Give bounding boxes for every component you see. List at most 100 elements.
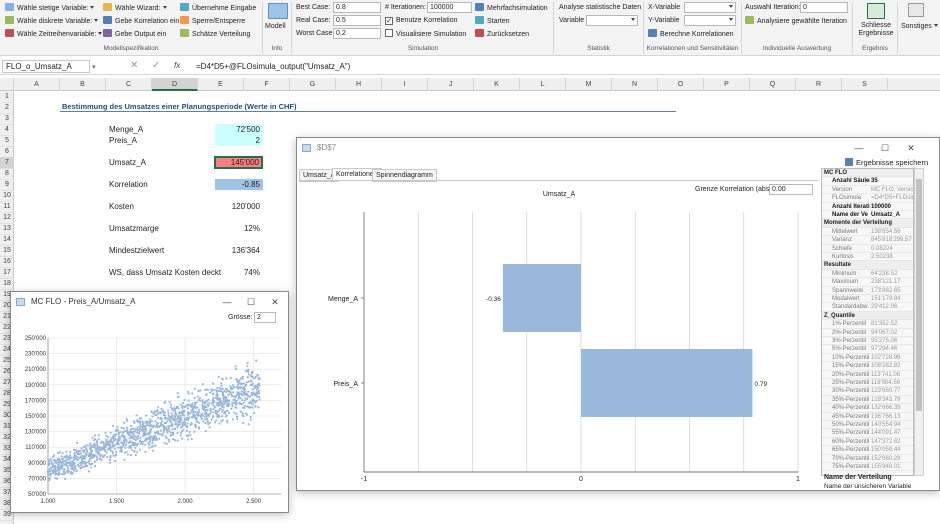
panel-row[interactable]: 40%-Perzentil 132'666.39 bbox=[822, 404, 913, 413]
cell-korrelation-label[interactable]: Korrelation bbox=[109, 179, 148, 190]
panel-section-header[interactable]: Resultate bbox=[822, 261, 913, 270]
analyse-iteration-button[interactable]: Analysiere gewählte Iteration bbox=[745, 16, 847, 27]
model-button[interactable]: Modell bbox=[265, 22, 286, 32]
model-icon[interactable] bbox=[268, 3, 288, 19]
panel-section-header[interactable]: Momente der Verteilung bbox=[822, 219, 913, 228]
panel-row[interactable]: Mittelwert 138'654.56 bbox=[822, 228, 913, 237]
column-header-a[interactable]: A bbox=[14, 78, 60, 91]
panel-row[interactable]: Anzahl Iterati 100000 bbox=[822, 203, 913, 211]
cell-preis-label[interactable]: Preis_A bbox=[109, 135, 137, 146]
panel-row[interactable]: Kurtosis 2.50238 bbox=[822, 253, 913, 262]
cell-menge-label[interactable]: Menge_A bbox=[109, 124, 143, 135]
visualize-simulation-checkbox[interactable]: Visualisiere Simulation bbox=[385, 29, 466, 40]
column-header-s[interactable]: S bbox=[842, 78, 888, 91]
cell-ws-label[interactable]: WS, dass Umsatz Kosten deckt bbox=[109, 267, 221, 278]
column-header-n[interactable]: N bbox=[612, 78, 658, 91]
panel-row[interactable]: FLOsimula =D4*D5+FLOsim bbox=[822, 194, 913, 203]
column-header-f[interactable]: F bbox=[244, 78, 290, 91]
apply-input-button[interactable]: Übernehme Eingabe bbox=[180, 3, 256, 14]
reset-button[interactable]: Zurücksetzen bbox=[475, 29, 529, 40]
panel-section-header[interactable]: Z_Quantile bbox=[822, 311, 913, 321]
x-variable-dropdown[interactable] bbox=[684, 2, 736, 13]
other-icon[interactable] bbox=[908, 3, 924, 17]
panel-row[interactable]: 70%-Perzentil 152'660.28 bbox=[822, 455, 913, 463]
minimize-button[interactable]: — bbox=[217, 292, 237, 312]
select-iteration-input[interactable]: 0 bbox=[800, 2, 848, 13]
column-header-j[interactable]: J bbox=[428, 78, 474, 91]
panel-row[interactable]: 60%-Perzentil 147'372.62 bbox=[822, 438, 913, 447]
column-header-c[interactable]: C bbox=[106, 78, 152, 91]
panel-row[interactable]: 1%-Perzentil 81'352.52 bbox=[822, 320, 913, 329]
panel-row[interactable]: 50%-Perzentil 140'554.94 bbox=[822, 421, 913, 430]
choose-continuous-variable[interactable]: Wähle stetige Variable: bbox=[5, 3, 94, 14]
panel-row[interactable]: Varianz 845'818'299.57 bbox=[822, 236, 913, 245]
maximize-button[interactable]: ☐ bbox=[241, 292, 261, 312]
cell-kosten-value[interactable]: 120'000 bbox=[215, 201, 263, 212]
minimize-button[interactable]: — bbox=[849, 138, 869, 158]
enter-output-button[interactable]: Gebe Output ein bbox=[103, 29, 166, 40]
column-header-e[interactable]: E bbox=[198, 78, 244, 91]
column-header-k[interactable]: K bbox=[474, 78, 520, 91]
panel-row[interactable]: 10%-Perzentil 102'728.96 bbox=[822, 354, 913, 363]
column-header-p[interactable]: P bbox=[704, 78, 750, 91]
panel-row[interactable]: Schiefe 0.08224 bbox=[822, 245, 913, 253]
choose-wizard[interactable]: Wähle Wizard: bbox=[103, 3, 167, 14]
select-all-corner[interactable] bbox=[0, 78, 14, 91]
other-button[interactable]: Sonstiges bbox=[901, 22, 938, 32]
column-header-r[interactable]: R bbox=[796, 78, 842, 91]
choose-timeseries-variable[interactable]: Wähle Zeitreihenvariable: bbox=[5, 29, 102, 40]
panel-row[interactable]: Modalwert 151'179.84 bbox=[822, 295, 913, 304]
column-header-b[interactable]: B bbox=[60, 78, 106, 91]
scrollbar-thumb[interactable] bbox=[916, 179, 922, 411]
multi-simulation-button[interactable]: Mehrfachsimulation bbox=[475, 3, 548, 14]
panel-row[interactable]: 2%-Perzentil 94'067.02 bbox=[822, 329, 913, 337]
close-results-button[interactable]: Schliesse Ergebnisse bbox=[857, 22, 895, 38]
y-variable-dropdown[interactable] bbox=[684, 15, 736, 26]
column-header-i[interactable]: I bbox=[382, 78, 428, 91]
column-header-g[interactable]: G bbox=[290, 78, 336, 91]
panel-row[interactable]: 5%-Perzentil 97'294.46 bbox=[822, 345, 913, 354]
cell-kosten-label[interactable]: Kosten bbox=[109, 201, 134, 212]
maximize-button[interactable]: ☐ bbox=[875, 138, 895, 158]
panel-row[interactable]: Standardabw. 29'412.96 bbox=[822, 303, 913, 312]
cell-marge-label[interactable]: Umsatzmarge bbox=[109, 223, 159, 234]
panel-row[interactable]: Name der Ve Umsatz_A bbox=[822, 211, 913, 220]
panel-row[interactable]: 35%-Perzentil 128'343.79 bbox=[822, 396, 913, 405]
cell-marge-value[interactable]: 12% bbox=[215, 223, 263, 234]
cell-korrelation-value[interactable]: -0.85 bbox=[215, 179, 263, 190]
column-header-m[interactable]: M bbox=[566, 78, 612, 91]
close-results-icon[interactable] bbox=[867, 3, 885, 19]
lock-unlock-button[interactable]: Sperre/Entsperre bbox=[180, 16, 245, 27]
panel-row[interactable]: 30%-Perzentil 123'660.77 bbox=[822, 387, 913, 396]
panel-row[interactable]: 3%-Perzentil 95'275.06 bbox=[822, 337, 913, 346]
enter-correlation-button[interactable]: Gebe Korrelation ein bbox=[103, 16, 179, 27]
close-button[interactable]: ✕ bbox=[901, 138, 921, 158]
panel-row[interactable]: 45%-Perzentil 136'766.13 bbox=[822, 413, 913, 421]
variable-dropdown[interactable] bbox=[586, 15, 638, 26]
column-header-q[interactable]: Q bbox=[750, 78, 796, 91]
calc-correlations-button[interactable]: Berechne Korrelationen bbox=[648, 29, 734, 40]
column-header-h[interactable]: H bbox=[336, 78, 382, 91]
confirm-icon[interactable]: ✓ bbox=[152, 60, 160, 71]
name-box-dropdown-icon[interactable]: ▾ bbox=[92, 63, 96, 71]
best-case-input[interactable]: 0.8 bbox=[333, 2, 381, 13]
window-title-bar[interactable]: $D$7 bbox=[297, 138, 939, 158]
panel-scrollbar[interactable] bbox=[914, 168, 924, 476]
worst-case-input[interactable]: 0.2 bbox=[333, 28, 381, 39]
real-case-input[interactable]: 0.5 bbox=[333, 15, 381, 26]
choose-discrete-variable[interactable]: Wähle diskrete Variable: bbox=[5, 16, 98, 27]
cell-preis-value[interactable]: 2 bbox=[215, 135, 263, 146]
panel-row[interactable]: Minimum 64'238.52 bbox=[822, 270, 913, 279]
panel-row[interactable]: 55%-Perzentil 144'091.47 bbox=[822, 429, 913, 438]
column-header-o[interactable]: O bbox=[658, 78, 704, 91]
fx-icon[interactable]: fx bbox=[174, 61, 180, 70]
panel-section-header[interactable]: MC FLO bbox=[822, 169, 913, 178]
panel-row[interactable]: 65%-Perzentil 150'059.44 bbox=[822, 446, 913, 455]
iterations-input[interactable]: 100000 bbox=[427, 2, 472, 13]
panel-row[interactable]: Anzahl Säulen 35 bbox=[822, 177, 913, 186]
cell-umsatz-label[interactable]: Umsatz_A bbox=[109, 157, 146, 168]
cell-ws-value[interactable]: 74% bbox=[215, 267, 263, 278]
save-results-button[interactable]: Ergebnisse speichern bbox=[845, 158, 928, 167]
start-button[interactable]: Starten bbox=[475, 16, 510, 27]
panel-row[interactable]: 25%-Perzentil 118'904.56 bbox=[822, 379, 913, 388]
